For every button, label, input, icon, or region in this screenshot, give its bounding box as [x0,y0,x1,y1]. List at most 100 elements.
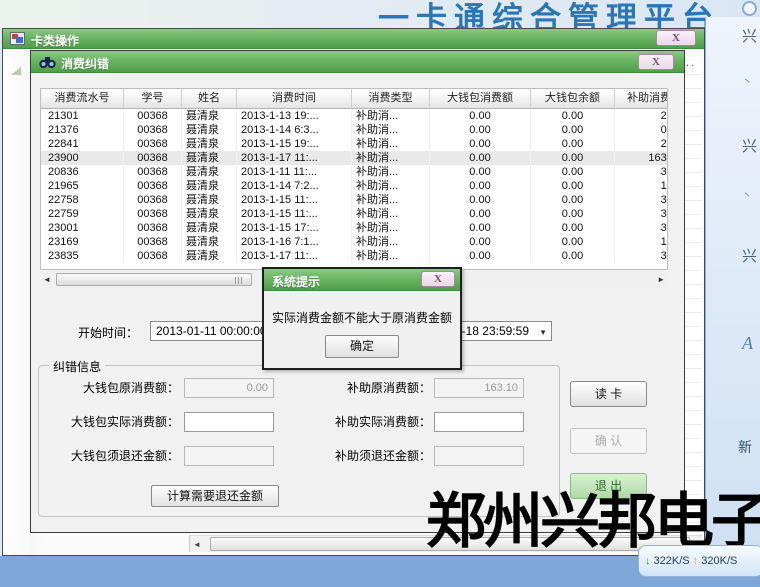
table-cell: 聂清泉 [182,123,237,137]
read-card-button[interactable]: 读 卡 [570,381,647,407]
table-cell: 3.50 [615,165,668,179]
wallet-actual-input[interactable] [184,412,274,432]
table-row[interactable]: 2196500368聂清泉2013-1-14 7:2...补助消...0.000… [41,179,667,193]
table-cell: 0.00 [430,193,531,207]
table-cell: 0.00 [531,137,615,151]
table-cell: 2.41 [615,137,668,151]
table-cell: 0.00 [430,207,531,221]
table-cell: 00368 [124,207,182,221]
table-row[interactable]: 2130100368聂清泉2013-1-13 19:...补助消...0.000… [41,109,667,123]
close-icon[interactable]: X [656,30,696,46]
table-cell: 2013-1-15 17:... [237,221,352,235]
table-cell: 23900 [41,151,124,165]
column-header[interactable]: 姓名 [182,89,237,109]
card-operations-titlebar[interactable]: 卡类操作 X [3,29,704,49]
app-title: 一卡通综合管理平台 [378,0,720,28]
table-cell: 2.56 [615,109,668,123]
table-cell: 补助消... [352,137,430,151]
table-cell: 0.00 [531,235,615,249]
table-cell: 23001 [41,221,124,235]
scrollbar-thumb[interactable] [56,273,252,286]
table-cell: 聂清泉 [182,249,237,263]
table-cell: 22841 [41,137,124,151]
table-cell: 0.00 [430,165,531,179]
close-icon[interactable]: X [421,271,455,287]
column-header[interactable]: 学号 [124,89,182,109]
table-row[interactable]: 2390000368聂清泉2013-1-17 11:...补助消...0.000… [41,151,667,165]
table-cell: 00368 [124,235,182,249]
watermark-text: 郑州兴邦电子 [426,492,760,552]
column-header[interactable]: 大钱包余额 [531,89,615,109]
subsidy-original-field: 163.10 [434,378,524,398]
side-item[interactable]: 丶 [742,189,752,205]
table-header: 消费流水号学号姓名消费时间消费类型大钱包消费额大钱包余额补助消费额 [41,89,667,109]
table-row[interactable]: 2083600368聂清泉2013-1-11 11:...补助消...0.000… [41,165,667,179]
groupbox-title: 纠错信息 [49,358,105,375]
wallet-actual-label: 大钱包实际消费额： [47,412,179,432]
confirm-button[interactable]: 确 认 [570,428,647,454]
side-item[interactable]: 兴 [742,139,757,155]
table-cell: 0.87 [615,123,668,137]
download-speed: 322K/S [654,555,690,567]
table-cell: 00368 [124,221,182,235]
scrollbar-grip [235,277,243,284]
column-header[interactable]: 消费类型 [352,89,430,109]
table-cell: 聂清泉 [182,235,237,249]
close-icon[interactable]: X [638,54,674,70]
network-speed-popup: ↓ 322K/S ↑ 320K/S [638,545,760,577]
column-header[interactable]: 消费时间 [237,89,352,109]
table-row[interactable]: 2275900368聂清泉2013-1-15 11:...补助消...0.000… [41,207,667,221]
table-cell: 聂清泉 [182,137,237,151]
table-row[interactable]: 2137600368聂清泉2013-1-14 6:3...补助消...0.000… [41,123,667,137]
download-arrow-icon: ↓ [645,555,651,567]
side-item[interactable]: 兴 [742,29,757,45]
table-row[interactable]: 2300100368聂清泉2013-1-15 17:...补助消...0.000… [41,221,667,235]
dialog-message: 实际消费金额不能大于原消费金额 [264,309,460,326]
chevron-down-icon[interactable]: ▼ [539,324,547,341]
table-cell: 21376 [41,123,124,137]
calculate-refund-button[interactable]: 计算需要退还金额 [151,485,279,507]
table-cell: 0.00 [430,109,531,123]
column-header[interactable]: 消费流水号 [41,89,124,109]
table-cell: 聂清泉 [182,165,237,179]
side-item[interactable]: 新 [738,439,752,455]
column-header[interactable]: 大钱包消费额 [430,89,531,109]
table-row[interactable]: 2275800368聂清泉2013-1-15 11:...补助消...0.000… [41,193,667,207]
table-cell: 00368 [124,123,182,137]
column-header[interactable]: 补助消费额 [615,89,668,109]
dialog-titlebar[interactable]: 系统提示 X [264,269,460,291]
table-cell: 23169 [41,235,124,249]
table-cell: 3.50 [615,207,668,221]
table-cell: 22758 [41,193,124,207]
side-item[interactable]: 丶 [742,75,752,91]
table-row[interactable]: 2316900368聂清泉2013-1-16 7:1...补助消...0.000… [41,235,667,249]
table-cell: 0.00 [430,137,531,151]
table-cell: 聂清泉 [182,151,237,165]
table-cell: 2013-1-17 11:... [237,151,352,165]
screen: 一卡通综合管理平台 兴丶兴丶兴A新 卡类操作 X ... ◄ [0,0,760,587]
background-app-header: 一卡通综合管理平台 [0,0,760,28]
scroll-right-icon[interactable]: ► [657,274,665,286]
help-icon[interactable] [742,1,757,16]
subsidy-refund-label: 补助须退还金额： [291,446,431,466]
table-row[interactable]: 2284100368聂清泉2013-1-15 19:...补助消...0.000… [41,137,667,151]
table-cell: 00368 [124,249,182,263]
table-row[interactable]: 2383500368聂清泉2013-1-17 11:...补助消...0.000… [41,249,667,263]
scroll-left-icon[interactable]: ◄ [43,274,51,286]
wallet-original-label: 大钱包原消费额： [47,378,179,398]
scroll-left-icon[interactable]: ◄ [193,538,201,551]
table-cell: 补助消... [352,235,430,249]
ok-button[interactable]: 确定 [325,335,399,358]
background-side-panel: 兴丶兴丶兴A新 [705,17,760,557]
table-cell: 2013-1-13 19:... [237,109,352,123]
wallet-refund-field [184,446,274,466]
table-cell: 2013-1-14 7:2... [237,179,352,193]
side-item[interactable]: A [742,335,753,351]
table-cell: 2013-1-14 6:3... [237,123,352,137]
table-cell: 聂清泉 [182,109,237,123]
table-cell: 聂清泉 [182,207,237,221]
table-cell: 21301 [41,109,124,123]
consumption-correction-titlebar[interactable]: 消费纠错 X [31,51,684,73]
side-item[interactable]: 兴 [742,249,757,265]
subsidy-actual-input[interactable] [434,412,524,432]
